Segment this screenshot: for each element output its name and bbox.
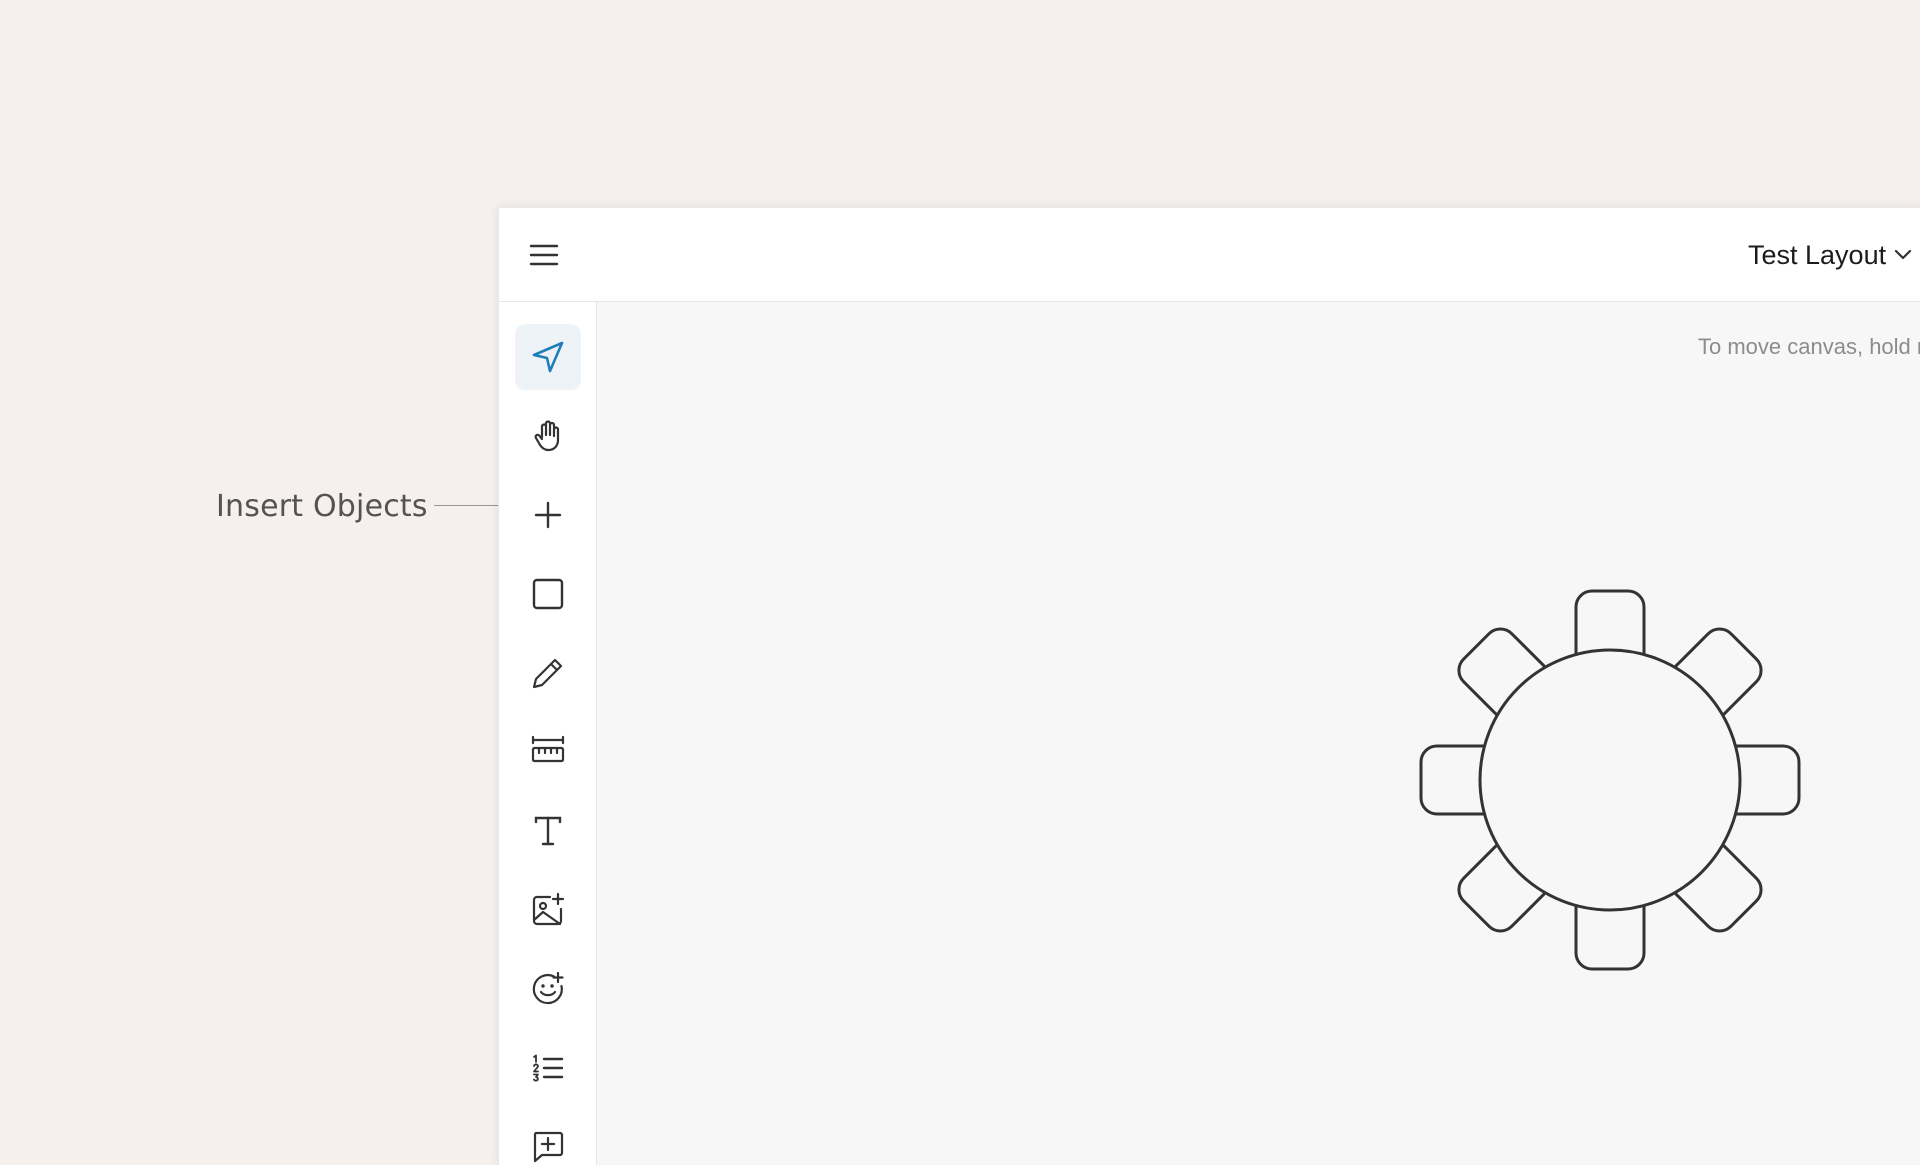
- ruler-icon: [531, 735, 565, 763]
- image-plus-icon: [532, 892, 565, 926]
- hand-icon: [534, 420, 560, 452]
- layout-name: Test Layout: [1748, 239, 1887, 270]
- text-tool-button[interactable]: [515, 798, 581, 864]
- rectangle-tool-button[interactable]: [515, 561, 581, 627]
- smiley-plus-icon: [532, 971, 564, 1005]
- draw-tool-button[interactable]: [515, 640, 581, 706]
- list-tool-button[interactable]: [515, 1035, 581, 1101]
- tool-sidebar: [499, 302, 597, 1165]
- canvas-hint: To move canvas, hold mouse w: [1698, 334, 1920, 359]
- square-icon: [532, 578, 564, 610]
- pan-tool-button[interactable]: [515, 403, 581, 469]
- layout-selector[interactable]: Test Layout: [1748, 236, 1912, 274]
- plus-icon: [534, 501, 562, 529]
- insert-objects-callout: Insert Objects: [216, 486, 428, 526]
- chevron-down-icon: [1894, 249, 1912, 260]
- menu-button[interactable]: [527, 238, 561, 272]
- select-tool-button[interactable]: [515, 324, 581, 390]
- app-window: Test Layout To move canvas, hold: [498, 207, 1920, 1165]
- hamburger-menu-icon: [529, 244, 559, 266]
- insert-objects-tool-button[interactable]: [515, 482, 581, 548]
- canvas[interactable]: To move canvas, hold mouse w: [597, 302, 1920, 1165]
- numbered-list-icon: [533, 1054, 564, 1082]
- measure-tool-button[interactable]: [515, 719, 581, 785]
- pencil-icon: [532, 658, 563, 689]
- message-plus-icon: [533, 1131, 564, 1163]
- comment-tool-button[interactable]: [515, 1114, 581, 1165]
- emoji-tool-button[interactable]: [515, 956, 581, 1022]
- navigation-arrow-icon: [532, 341, 564, 373]
- text-icon: [534, 816, 562, 846]
- top-bar: Test Layout: [499, 208, 1920, 302]
- callout-label: Insert Objects: [216, 488, 428, 524]
- round-table-object[interactable]: [1415, 585, 1805, 975]
- image-tool-button[interactable]: [515, 877, 581, 943]
